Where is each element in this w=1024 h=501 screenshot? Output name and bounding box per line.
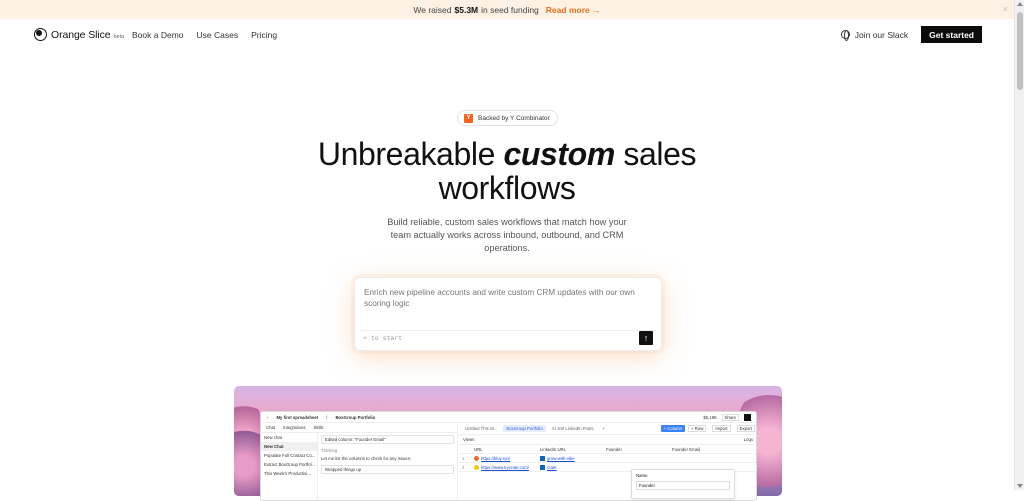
close-icon[interactable]: × — [1003, 4, 1008, 14]
views-dropdown[interactable]: Views — [463, 437, 474, 442]
chat-list-item[interactable]: This Week's Productivi... — [261, 469, 317, 478]
send-button[interactable]: ↑ — [639, 331, 653, 345]
announcement-amount: $5.3M — [454, 4, 479, 15]
nav-links: Book a Demo Use Cases Pricing — [132, 30, 277, 40]
announcement-bar: We raised $5.3M in seed funding Read mor… — [0, 0, 1014, 19]
linkedin-link[interactable]: crate — [547, 465, 557, 470]
column-config-popover: Name Founder — [631, 469, 735, 499]
top-nav: Orange Slice beta Book a Demo Use Cases … — [0, 19, 1014, 51]
prompt-hint: ⏎ to start — [363, 334, 403, 342]
yc-badge[interactable]: Y Backed by Y Combinator — [457, 110, 558, 126]
spreadsheet-name[interactable]: My first spreadsheet — [276, 415, 318, 420]
linkedin-link[interactable]: grow-with-vibe — [547, 456, 575, 461]
chat-list-item[interactable]: Extract BoxGroup Portfol... — [261, 460, 317, 469]
beta-tag: beta — [113, 33, 125, 40]
column-header[interactable]: Founder — [603, 447, 669, 452]
breadcrumb-separator: / — [326, 414, 328, 420]
title-line2: workflows — [438, 170, 576, 206]
chat-message: Let me list the columns to check for any… — [321, 456, 412, 461]
chat-pane: Chat Integrations Skills New chat New Ch… — [261, 423, 458, 500]
credits-badge: $5,198 — [703, 415, 717, 420]
linkedin-icon — [540, 464, 545, 470]
prompt-divider — [361, 330, 657, 331]
tab-integrations[interactable]: Integrations — [283, 425, 305, 430]
nav-link-pricing[interactable]: Pricing — [251, 30, 277, 40]
sheet-tabs: Untitled This W... BoxGroup Portfolio AI… — [459, 423, 756, 435]
column-header[interactable]: Founder Email — [669, 447, 729, 452]
scroll-up-icon[interactable] — [1017, 2, 1023, 6]
chat-thread: Edited column: "Founder Email" Thinking … — [321, 435, 454, 478]
sheet-toolbar: Views Logs — [459, 435, 756, 445]
chat-bubble: Edited column: "Founder Email" — [321, 435, 454, 444]
url-link[interactable]: https://bloy.run/ — [481, 456, 510, 461]
tab-chat[interactable]: Chat — [266, 425, 275, 430]
read-more-link[interactable]: Read more → — [546, 5, 601, 15]
scroll-down-icon[interactable] — [1017, 484, 1023, 488]
join-slack-link[interactable]: Join our Slack — [855, 30, 908, 40]
export-button[interactable]: Export — [736, 425, 755, 432]
favicon-icon — [474, 455, 479, 461]
url-cell[interactable]: https://www.trycrate.com/ — [471, 464, 537, 470]
sheet-name[interactable]: BoxGroup Portfolio — [335, 415, 375, 420]
linkedin-icon — [540, 455, 545, 461]
title-em: custom — [503, 136, 615, 172]
row-number: 1 — [462, 455, 465, 461]
yc-badge-label: Backed by Y Combinator — [478, 114, 550, 122]
add-row-button[interactable]: + Row — [688, 425, 707, 432]
column-header[interactable]: URL — [471, 447, 537, 452]
import-button[interactable]: Import — [712, 425, 731, 432]
y-combinator-icon: Y — [464, 113, 473, 123]
app-topbar: ‹ My first spreadsheet / BoxGroup Portfo… — [261, 412, 756, 423]
url-cell[interactable]: https://bloy.run/ — [471, 455, 537, 461]
brand-name: Orange Slice — [51, 28, 111, 41]
prompt-input[interactable]: Enrich new pipeline accounts and write c… — [364, 287, 644, 309]
logs-button[interactable]: Logs — [744, 437, 753, 442]
page-scrollbar[interactable] — [1014, 0, 1024, 490]
account-icon[interactable] — [744, 414, 751, 421]
chat-pane-tabs: Chat Integrations Skills — [261, 423, 457, 433]
sheet-tab[interactable]: AI 100 LinkedIn Posts — [549, 425, 597, 432]
orange-slice-icon — [34, 28, 47, 41]
table-header: URL LinkedIn URL Founder Founder Email — [459, 445, 756, 454]
sheet-tab-active[interactable]: BoxGroup Portfolio — [503, 425, 546, 432]
chat-list-item[interactable]: New Chat — [261, 442, 317, 451]
add-column-button[interactable]: + Column — [660, 425, 686, 432]
announcement-prefix: We raised — [413, 4, 452, 15]
nav-actions: Join our Slack Get started — [840, 26, 982, 43]
table-row[interactable]: 1 https://bloy.run/ grow-with-vibe — [459, 454, 756, 463]
title-pre: Unbreakable — [317, 136, 495, 172]
tab-skills[interactable]: Skills — [314, 425, 324, 430]
page-title: Unbreakable custom sales workflows — [0, 137, 1014, 205]
get-started-button[interactable]: Get started — [921, 26, 982, 43]
title-post: sales — [623, 136, 697, 172]
popover-name-field[interactable]: Founder — [636, 481, 730, 490]
wrapped-status[interactable]: Wrapped things up — [321, 465, 454, 474]
column-header[interactable]: LinkedIn URL — [537, 447, 603, 452]
app-topbar-actions: $5,198 Share — [703, 414, 751, 421]
new-chat-button[interactable]: New chat — [261, 433, 317, 442]
globe-icon — [840, 30, 850, 41]
url-link[interactable]: https://www.trycrate.com/ — [481, 465, 529, 470]
back-icon[interactable]: ‹ — [267, 415, 268, 420]
scrollbar-thumb[interactable] — [1017, 12, 1023, 90]
favicon-icon — [474, 464, 479, 470]
share-button[interactable]: Share — [721, 414, 739, 421]
linkedin-cell[interactable]: grow-with-vibe — [537, 455, 603, 461]
hero-subtitle: Build reliable, custom sales workflows t… — [387, 217, 627, 253]
popover-title: Name — [636, 473, 648, 478]
linkedin-cell[interactable]: crate — [537, 464, 603, 470]
sheet-tab[interactable]: Untitled This W... — [462, 425, 500, 432]
chat-list-item[interactable]: Populate Full Contact Co... — [261, 451, 317, 460]
row-number: 2 — [462, 464, 465, 470]
thinking-label[interactable]: Thinking — [321, 448, 454, 453]
announcement-suffix: in seed funding — [481, 4, 539, 15]
nav-link-use-cases[interactable]: Use Cases — [197, 30, 239, 40]
brand-logo[interactable]: Orange Slice beta — [34, 28, 124, 41]
nav-link-book-demo[interactable]: Book a Demo — [132, 30, 184, 40]
add-tab-button[interactable]: + — [600, 425, 609, 432]
chat-list: New chat New Chat Populate Full Contact … — [261, 433, 318, 500]
prompt-card[interactable]: Enrich new pipeline accounts and write c… — [354, 277, 662, 351]
